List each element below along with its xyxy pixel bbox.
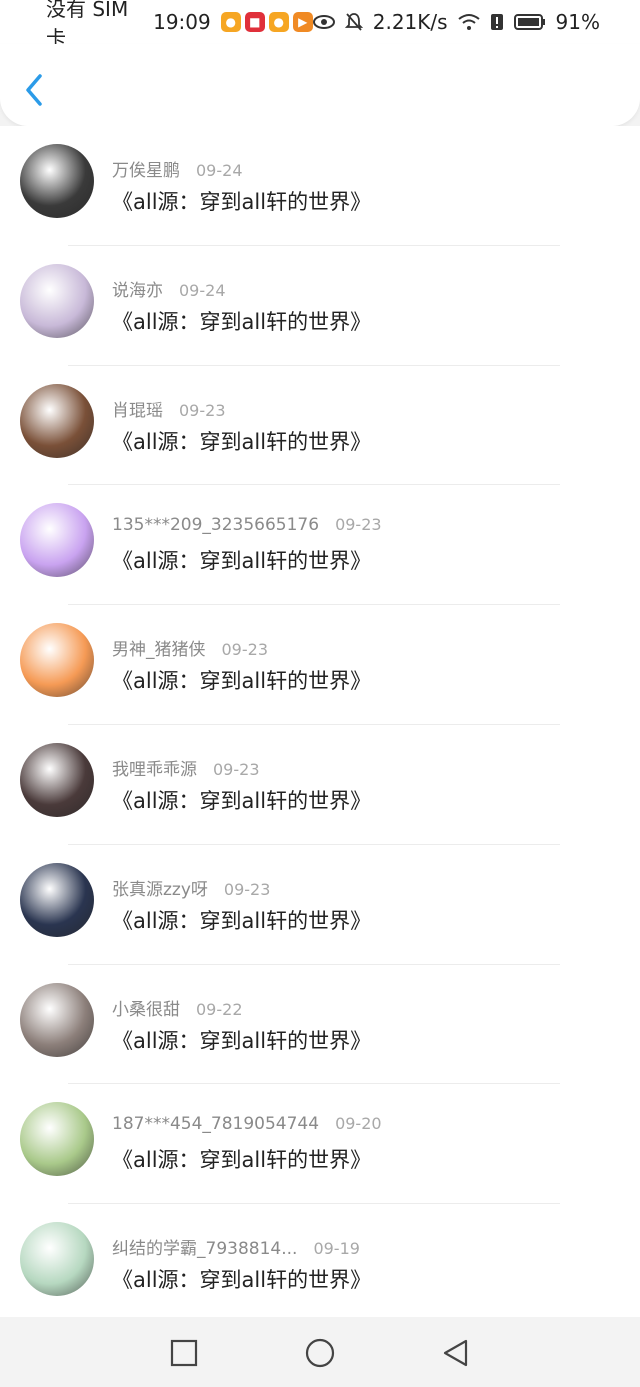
username[interactable]: 小桑很甜 — [112, 995, 180, 1020]
home-button[interactable] — [304, 1337, 336, 1369]
avatar[interactable] — [20, 742, 94, 817]
avatar[interactable] — [20, 982, 94, 1057]
list-item[interactable]: 张真源zzy呀 09-23 《all源：穿到all轩的世界》 — [0, 845, 640, 965]
username[interactable]: 说海亦 — [112, 276, 163, 301]
book-title[interactable]: 《all源：穿到all轩的世界》 — [112, 1144, 371, 1174]
eye-icon — [312, 15, 335, 29]
comment-meta: 肖琨瑶 09-23 — [112, 396, 226, 421]
header-bar — [0, 44, 640, 126]
avatar[interactable] — [20, 1102, 94, 1177]
comment-date: 09-23 — [335, 515, 382, 535]
mute-bell-icon — [344, 13, 363, 31]
username[interactable]: 万俟星鹏 — [112, 156, 180, 181]
list-item[interactable]: 肖琨瑶 09-23 《all源：穿到all轩的世界》 — [0, 366, 640, 486]
list-item[interactable]: 男神_猪猪侠 09-23 《all源：穿到all轩的世界》 — [0, 605, 640, 725]
avatar[interactable] — [20, 1222, 94, 1297]
username[interactable]: 187***454_7819054744 — [112, 1114, 319, 1134]
status-bar: 没有 SIM 卡 19:09 ● ■ ● ▶ 2.21K/s 91% — [0, 0, 640, 50]
battery-icon — [513, 14, 545, 30]
chevron-left-icon — [26, 74, 42, 106]
comment-date: 09-23 — [179, 400, 226, 420]
comment-meta: 说海亦 09-24 — [112, 276, 226, 301]
list-item[interactable]: 纠结的学霸_7938814... 09-19 《all源：穿到all轩的世界》 — [0, 1204, 640, 1317]
username[interactable]: 张真源zzy呀 — [112, 875, 208, 900]
book-title[interactable]: 《all源：穿到all轩的世界》 — [112, 545, 371, 575]
avatar[interactable] — [20, 623, 94, 698]
recents-button[interactable] — [168, 1337, 200, 1369]
comment-meta: 135***209_3235665176 09-23 — [112, 515, 382, 535]
comment-list: 万俟星鹏 09-24 《all源：穿到all轩的世界》 说海亦 09-24 《all源：穿… — [0, 126, 640, 1317]
book-title[interactable]: 《all源：穿到all轩的世界》 — [112, 1264, 371, 1294]
battery-text: 91% — [555, 10, 600, 34]
list-item[interactable]: 小桑很甜 09-22 《all源：穿到all轩的世界》 — [0, 965, 640, 1085]
comment-date: 09-22 — [196, 999, 243, 1019]
notification-icons: ● ■ ● ▶ — [220, 12, 313, 32]
comment-meta: 万俟星鹏 09-24 — [112, 156, 243, 181]
comment-meta: 张真源zzy呀 09-23 — [112, 875, 270, 900]
book-title[interactable]: 《all源：穿到all轩的世界》 — [112, 905, 371, 935]
comment-meta: 小桑很甜 09-22 — [112, 995, 243, 1020]
book-title[interactable]: 《all源：穿到all轩的世界》 — [112, 1025, 371, 1055]
comment-date: 09-20 — [335, 1114, 382, 1134]
book-title[interactable]: 《all源：穿到all轩的世界》 — [112, 306, 371, 336]
square-icon — [170, 1339, 198, 1367]
book-title[interactable]: 《all源：穿到all轩的世界》 — [112, 426, 371, 456]
net-speed-text: 2.21K/s — [372, 10, 448, 34]
username[interactable]: 肖琨瑶 — [112, 396, 163, 421]
back-nav-button[interactable] — [440, 1337, 472, 1369]
weibo-notification-icon: ● — [220, 12, 241, 32]
comment-date: 09-24 — [179, 280, 226, 300]
list-item[interactable]: 187***454_7819054744 09-20 《all源：穿到all轩的世界… — [0, 1084, 640, 1205]
comment-meta: 我哩乖乖源 09-23 — [112, 755, 260, 780]
huawei-notification-icon: ■ — [244, 12, 265, 32]
avatar[interactable] — [20, 263, 94, 338]
avatar[interactable] — [20, 503, 94, 578]
comment-meta: 纠结的学霸_7938814... 09-19 — [112, 1234, 360, 1259]
alert-sim-icon — [490, 14, 503, 30]
username[interactable]: 135***209_3235665176 — [112, 515, 319, 535]
comment-date: 09-23 — [213, 759, 260, 779]
username[interactable]: 我哩乖乖源 — [112, 755, 197, 780]
clock-text: 19:09 — [153, 10, 211, 34]
list-item[interactable]: 万俟星鹏 09-24 《all源：穿到all轩的世界》 — [0, 126, 640, 246]
avatar[interactable] — [20, 144, 94, 218]
username[interactable]: 纠结的学霸_7938814... — [112, 1234, 297, 1259]
book-title[interactable]: 《all源：穿到all轩的世界》 — [112, 785, 371, 815]
list-item[interactable]: 135***209_3235665176 09-23 《all源：穿到all轩的世界… — [0, 485, 640, 606]
triangle-back-icon — [443, 1339, 468, 1367]
system-nav-bar — [0, 1317, 640, 1387]
comment-date: 09-23 — [223, 879, 271, 899]
book-title[interactable]: 《all源：穿到all轩的世界》 — [112, 186, 371, 216]
back-button[interactable] — [22, 72, 50, 108]
weibo-notification-icon-2: ● — [268, 12, 289, 32]
circle-icon — [305, 1338, 335, 1368]
comment-date: 09-24 — [196, 161, 243, 180]
comment-date: 09-23 — [221, 640, 269, 660]
list-item[interactable]: 我哩乖乖源 09-23 《all源：穿到all轩的世界》 — [0, 725, 640, 845]
username[interactable]: 男神_猪猪侠 — [112, 635, 206, 660]
comment-date: 09-19 — [313, 1239, 360, 1259]
wifi-icon — [457, 14, 480, 30]
comment-meta: 187***454_7819054744 09-20 — [112, 1114, 382, 1134]
list-item[interactable]: 说海亦 09-24 《all源：穿到all轩的世界》 — [0, 246, 640, 366]
comment-meta: 男神_猪猪侠 09-23 — [112, 635, 268, 660]
avatar[interactable] — [20, 862, 94, 937]
book-title[interactable]: 《all源：穿到all轩的世界》 — [112, 665, 371, 695]
avatar[interactable] — [20, 383, 94, 458]
status-right: 2.21K/s 91% — [312, 10, 600, 34]
video-notification-icon: ▶ — [292, 12, 313, 32]
